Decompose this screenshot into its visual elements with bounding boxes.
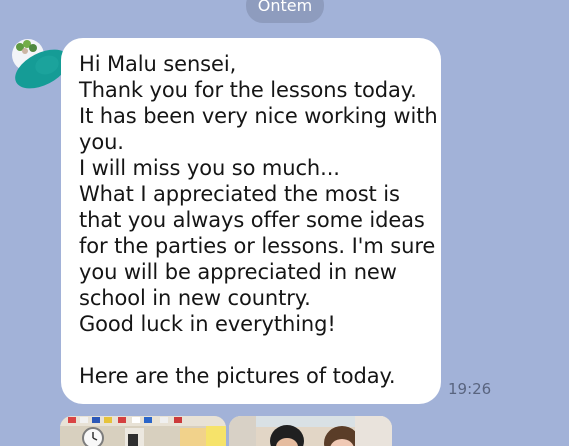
message-line: for the parties or lessons. I'm sure	[79, 234, 436, 258]
message-line: Good luck in everything!	[79, 312, 336, 336]
photo-thumbnail[interactable]	[60, 416, 226, 446]
message-line: Hi Malu sensei,	[79, 52, 237, 76]
people-photo-icon	[229, 416, 392, 446]
message-spacer	[79, 337, 427, 363]
message-line: Thank you for the lessons today.	[79, 78, 417, 102]
chat-screen: Ontem Hi Malu sensei, Thank you for the …	[0, 0, 569, 446]
message-line: school in new country.	[79, 286, 311, 310]
message-time: 19:26	[448, 380, 492, 398]
date-label: Ontem	[257, 0, 313, 15]
photo-thumbnail[interactable]	[229, 416, 392, 446]
message-line: you.	[79, 130, 124, 154]
message-line: What I appreciated the most is	[79, 182, 400, 206]
message-bubble[interactable]: Hi Malu sensei, Thank you for the lesson…	[61, 38, 441, 404]
message-line: It has been very nice working with	[79, 104, 438, 128]
date-separator: Ontem	[246, 0, 324, 23]
classroom-photo-icon	[60, 416, 226, 446]
message-line: I will miss you so much...	[79, 156, 340, 180]
message-line: Here are the pictures of today.	[79, 364, 396, 388]
message-line: you will be appreciated in new	[79, 260, 397, 284]
message-line: that you always offer some ideas	[79, 208, 425, 232]
